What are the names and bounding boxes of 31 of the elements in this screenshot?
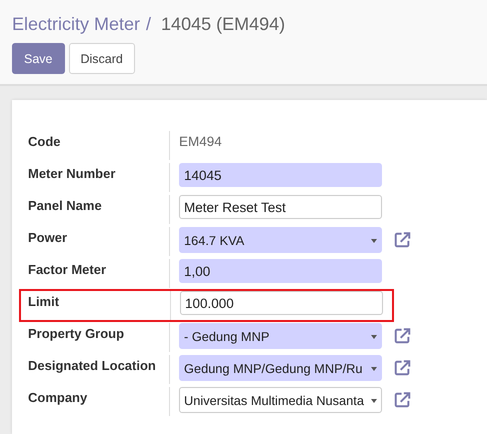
- input-field[interactable]: 100.000: [180, 291, 383, 315]
- field-label: Company: [28, 390, 88, 405]
- field-label: Panel Name: [28, 198, 102, 213]
- external-link-icon[interactable]: [393, 327, 412, 345]
- field-label: Power: [28, 230, 68, 245]
- save-button[interactable]: Save: [12, 43, 64, 74]
- dropdown-field[interactable]: 164.7 KVA: [179, 227, 382, 253]
- input-field[interactable]: 1,00: [179, 259, 382, 283]
- input-field[interactable]: 14045: [179, 163, 382, 187]
- external-link-icon[interactable]: [393, 391, 412, 409]
- field-label: Property Group: [28, 326, 124, 341]
- external-link-icon[interactable]: [393, 359, 412, 377]
- caret-icon: [371, 399, 377, 403]
- dropdown-field[interactable]: Gedung MNP/Gedung MNP/Ru: [179, 355, 382, 381]
- caret-icon: [371, 239, 377, 243]
- caret-icon: [371, 335, 377, 339]
- input-field[interactable]: Meter Reset Test: [179, 195, 382, 219]
- dropdown-field[interactable]: - Gedung MNP: [179, 323, 382, 349]
- field-label: Code: [28, 134, 60, 149]
- dropdown-field[interactable]: Universitas Multimedia Nusanta: [179, 387, 382, 413]
- caret-icon: [371, 367, 377, 371]
- discard-button[interactable]: Discard: [68, 43, 135, 74]
- field-value: EM494: [179, 133, 222, 151]
- record-title: 14045 (EM494): [161, 13, 286, 36]
- field-label: Factor Meter: [28, 262, 106, 277]
- field-label: Limit: [28, 294, 60, 309]
- breadcrumb-link[interactable]: Electricity Meter: [12, 12, 140, 36]
- field-label: Meter Number: [28, 166, 116, 181]
- field-label: Designated Location: [28, 358, 156, 373]
- external-link-icon[interactable]: [393, 231, 412, 249]
- breadcrumb-separator: /: [146, 13, 152, 36]
